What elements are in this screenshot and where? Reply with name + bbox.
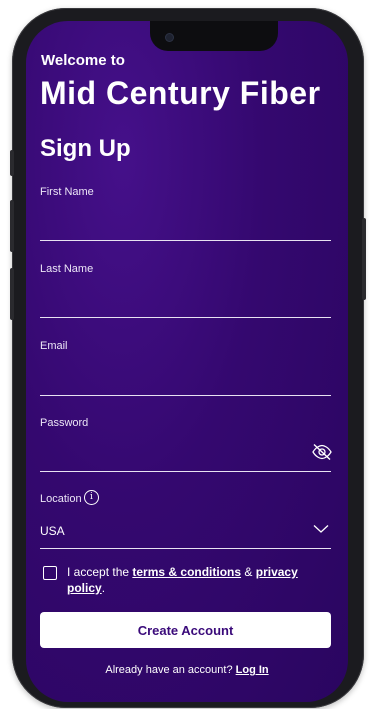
email-field[interactable] — [40, 370, 310, 392]
camera-icon — [166, 34, 173, 41]
login-row: Already have an account? Log In — [26, 664, 348, 676]
location-select[interactable]: USA — [40, 524, 65, 538]
first-name-field[interactable] — [40, 215, 310, 237]
terms-checkbox[interactable] — [43, 566, 57, 580]
terms-prefix: I accept the — [67, 565, 133, 579]
login-link[interactable]: Log In — [236, 664, 269, 676]
app-screen: Welcome to Mid Century Fiber Sign Up Fir… — [26, 21, 348, 702]
first-name-underline — [40, 240, 331, 241]
side-button-mute — [10, 150, 14, 176]
side-button-power — [362, 218, 366, 300]
side-button-volume-down — [10, 268, 14, 320]
last-name-underline — [40, 317, 331, 318]
email-label: Email — [40, 340, 68, 352]
terms-link[interactable]: terms & conditions — [132, 565, 241, 579]
last-name-label: Last Name — [40, 263, 94, 275]
terms-text: I accept the terms & conditions & privac… — [67, 564, 337, 596]
password-underline — [40, 471, 331, 472]
location-underline — [40, 548, 331, 549]
first-name-label: First Name — [40, 186, 94, 198]
login-prompt: Already have an account? — [105, 664, 236, 676]
side-button-volume-up — [10, 200, 14, 252]
last-name-field[interactable] — [40, 292, 310, 314]
email-underline — [40, 395, 331, 396]
password-label: Password — [40, 417, 89, 429]
info-icon[interactable]: i — [84, 490, 99, 505]
brand-title: Mid Century Fiber — [40, 75, 321, 111]
password-field[interactable] — [40, 447, 310, 469]
welcome-text: Welcome to — [41, 52, 125, 69]
chevron-down-icon[interactable] — [313, 524, 329, 534]
page-title: Sign Up — [40, 135, 131, 162]
location-label: Location — [40, 493, 82, 505]
terms-suffix: . — [101, 581, 106, 595]
eye-off-icon[interactable] — [311, 443, 333, 461]
create-account-button[interactable]: Create Account — [40, 612, 331, 648]
terms-and: & — [241, 565, 256, 579]
